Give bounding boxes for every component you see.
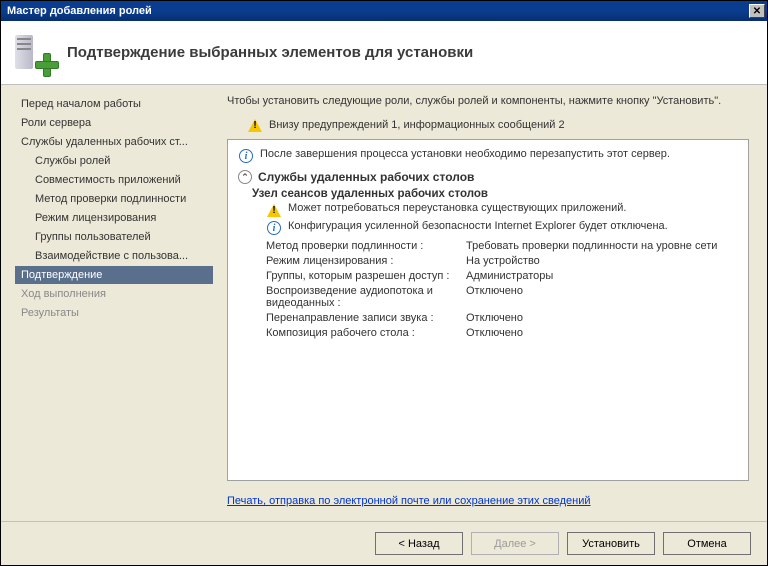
kv-row: Группы, которым разрешен доступ :Админис… <box>266 270 738 282</box>
warning-icon <box>266 202 282 218</box>
export-link-row: Печать, отправка по электронной почте ил… <box>227 495 749 507</box>
sidebar-item-before-begin[interactable]: Перед началом работы <box>15 95 213 113</box>
server-add-role-icon <box>15 33 55 73</box>
sidebar-item-confirmation[interactable]: Подтверждение <box>15 266 213 284</box>
restart-info: i После завершения процесса установки не… <box>238 148 738 164</box>
header: Подтверждение выбранных элементов для ус… <box>1 21 767 85</box>
warning-icon <box>247 117 263 133</box>
titlebar: Мастер добавления ролей ✕ <box>1 1 767 21</box>
window-title: Мастер добавления ролей <box>7 5 152 17</box>
install-button[interactable]: Установить <box>567 532 655 555</box>
info-icon: i <box>266 220 282 236</box>
sidebar: Перед началом работы Роли сервера Службы… <box>1 85 213 521</box>
wizard-window: Мастер добавления ролей ✕ Подтверждение … <box>0 0 768 566</box>
sidebar-item-licensing[interactable]: Режим лицензирования <box>15 209 213 227</box>
sidebar-item-progress: Ход выполнения <box>15 285 213 303</box>
kv-row: Воспроизведение аудиопотока и видеоданны… <box>266 285 738 309</box>
kv-row: Композиция рабочего стола :Отключено <box>266 327 738 339</box>
sidebar-item-server-roles[interactable]: Роли сервера <box>15 114 213 132</box>
info-line: i Конфигурация усиленной безопасности In… <box>266 220 738 236</box>
kv-row: Перенаправление записи звука :Отключено <box>266 312 738 324</box>
sidebar-item-user-groups[interactable]: Группы пользователей <box>15 228 213 246</box>
summary-text: Внизу предупреждений 1, информационных с… <box>269 119 565 131</box>
sidebar-item-role-services[interactable]: Службы ролей <box>15 152 213 170</box>
warning-line: Может потребоваться переустановка сущест… <box>266 202 738 218</box>
next-button: Далее > <box>471 532 559 555</box>
kv-row: Метод проверки подлинности :Требовать пр… <box>266 240 738 252</box>
print-email-save-link[interactable]: Печать, отправка по электронной почте ил… <box>227 495 591 507</box>
sidebar-item-auth-method[interactable]: Метод проверки подлинности <box>15 190 213 208</box>
button-row: < Назад Далее > Установить Отмена <box>1 521 767 565</box>
intro-text: Чтобы установить следующие роли, службы … <box>227 95 749 107</box>
settings-table: Метод проверки подлинности :Требовать пр… <box>266 240 738 339</box>
sidebar-item-app-compat[interactable]: Совместимость приложений <box>15 171 213 189</box>
page-title: Подтверждение выбранных элементов для ус… <box>67 44 473 61</box>
cancel-button[interactable]: Отмена <box>663 532 751 555</box>
body: Перед началом работы Роли сервера Службы… <box>1 85 767 521</box>
sidebar-item-rds[interactable]: Службы удаленных рабочих ст... <box>15 133 213 151</box>
messages-summary: Внизу предупреждений 1, информационных с… <box>247 117 749 133</box>
kv-row: Режим лицензирования :На устройство <box>266 255 738 267</box>
back-button[interactable]: < Назад <box>375 532 463 555</box>
sidebar-item-user-experience[interactable]: Взаимодействие с пользова... <box>15 247 213 265</box>
collapse-icon: ⌃ <box>238 170 252 184</box>
main-panel: Чтобы установить следующие роли, службы … <box>213 85 767 521</box>
close-button[interactable]: ✕ <box>749 4 765 18</box>
info-icon: i <box>238 148 254 164</box>
role-header[interactable]: ⌃ Службы удаленных рабочих столов <box>238 170 738 184</box>
sidebar-item-results: Результаты <box>15 304 213 322</box>
confirmation-details: i После завершения процесса установки не… <box>227 139 749 481</box>
subrole-header: Узел сеансов удаленных рабочих столов <box>252 188 738 200</box>
